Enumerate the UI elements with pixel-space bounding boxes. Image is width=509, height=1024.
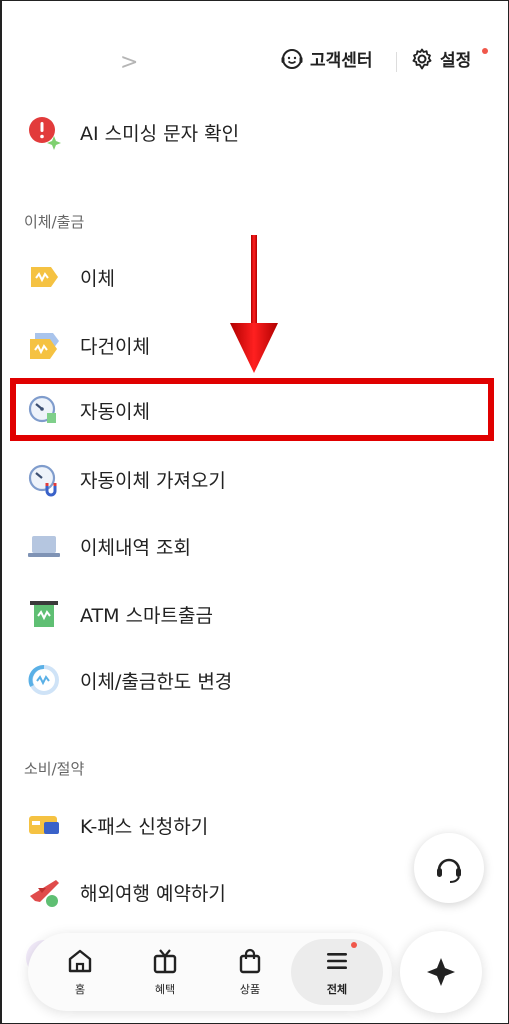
arrow-down-icon bbox=[230, 235, 278, 373]
menu-item-transfer-history[interactable]: 이체내역 조회 bbox=[26, 528, 191, 564]
section-header-spending: 소비/절약 bbox=[24, 760, 85, 778]
menu-item-transfer[interactable]: 이체 bbox=[26, 259, 115, 295]
menu-item-auto-transfer-import[interactable]: 자동이체 가져오기 bbox=[26, 461, 226, 497]
menu-item-label: K-패스 신청하기 bbox=[80, 815, 209, 838]
menu-item-label: 자동이체 가져오기 bbox=[80, 469, 226, 492]
gear-icon bbox=[412, 48, 432, 69]
nav-all-badge bbox=[351, 942, 357, 948]
menu-item-multi-transfer[interactable]: 다건이체 bbox=[26, 327, 150, 363]
chevron-right-icon[interactable]: > bbox=[120, 50, 138, 75]
headset-smile-icon bbox=[281, 48, 303, 69]
home-icon bbox=[68, 949, 92, 973]
settings-badge bbox=[482, 48, 488, 54]
ai-assistant-button[interactable] bbox=[400, 931, 482, 1013]
menu-icon bbox=[327, 953, 347, 969]
shopping-bag-icon bbox=[239, 948, 261, 974]
menu-item-kpass[interactable]: K-패스 신청하기 bbox=[26, 807, 208, 843]
customer-support-fab[interactable] bbox=[414, 833, 484, 903]
transfer-icon bbox=[26, 259, 62, 295]
gift-icon bbox=[153, 949, 177, 974]
headset-icon bbox=[437, 858, 461, 883]
sparkle-diamond-icon bbox=[427, 958, 455, 986]
nav-benefits-label: 혜택 bbox=[154, 983, 176, 996]
nav-products[interactable]: 상품 bbox=[210, 933, 290, 1011]
menu-item-limit-change[interactable]: 이체/출금한도 변경 bbox=[26, 662, 232, 698]
nav-home-label: 홈 bbox=[74, 983, 86, 996]
menu-item-overseas-travel[interactable]: 해외여행 예약하기 bbox=[26, 874, 226, 910]
nav-benefits[interactable]: 혜택 bbox=[125, 933, 205, 1011]
menu-item-label: ATM 스마트출금 bbox=[80, 604, 213, 627]
multi-transfer-icon bbox=[26, 327, 62, 363]
menu-item-atm[interactable]: ATM 스마트출금 bbox=[26, 596, 213, 632]
nav-all-label: 전체 bbox=[326, 983, 348, 996]
customer-center-button[interactable]: 고객센터 bbox=[280, 46, 373, 71]
settings-label: 설정 bbox=[440, 51, 472, 71]
airplane-icon bbox=[26, 874, 62, 910]
alert-sparkle-icon bbox=[26, 114, 62, 150]
limit-change-icon bbox=[26, 662, 62, 698]
transfer-history-icon bbox=[26, 528, 62, 564]
nav-home[interactable]: 홈 bbox=[40, 933, 120, 1011]
menu-item-label: 이체 bbox=[80, 267, 115, 290]
nav-products-label: 상품 bbox=[239, 983, 261, 996]
menu-item-label: 이체내역 조회 bbox=[80, 536, 191, 559]
kpass-icon bbox=[26, 807, 62, 843]
menu-item-label: 다건이체 bbox=[80, 335, 150, 358]
nav-all[interactable]: 전체 bbox=[291, 939, 383, 1005]
highlight-box bbox=[10, 378, 494, 441]
divider bbox=[396, 52, 397, 72]
auto-transfer-import-icon bbox=[26, 461, 62, 497]
menu-item-label: 해외여행 예약하기 bbox=[80, 882, 226, 905]
menu-item-ai-smishing[interactable]: AI 스미싱 문자 확인 bbox=[26, 114, 239, 150]
menu-item-label: 이체/출금한도 변경 bbox=[80, 670, 233, 693]
atm-icon bbox=[26, 596, 62, 632]
customer-center-label: 고객센터 bbox=[310, 51, 373, 71]
menu-item-label: AI 스미싱 문자 확인 bbox=[80, 122, 240, 145]
section-header-transfer: 이체/출금 bbox=[24, 213, 85, 231]
settings-button[interactable]: 설정 bbox=[410, 46, 471, 71]
top-bar: > 고객센터 설정 bbox=[0, 0, 509, 120]
bottom-nav: 홈 혜택 상품 전체 bbox=[28, 933, 392, 1011]
